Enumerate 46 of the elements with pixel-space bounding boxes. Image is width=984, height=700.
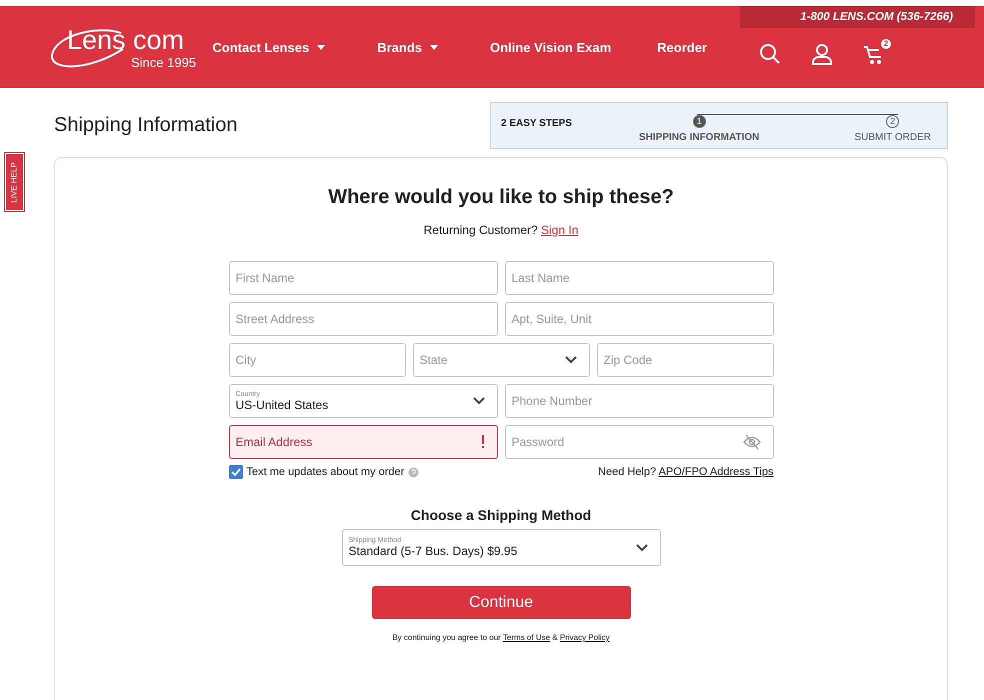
continue-button[interactable]: Continue: [372, 586, 630, 619]
input-field[interactable]: Last Name: [504, 261, 774, 295]
live-help-tab[interactable]: LIVE HELP: [5, 153, 24, 211]
input-field[interactable]: Email Address: [228, 425, 498, 459]
logo-text[interactable]: Lens: [67, 25, 126, 55]
input-field[interactable]: Street Address: [228, 302, 498, 336]
checkbox[interactable]: [228, 465, 242, 479]
input-field[interactable]: City: [228, 343, 406, 377]
section-heading: Choose a Shipping Method: [410, 507, 592, 523]
eye-slash-icon[interactable]: [742, 434, 760, 450]
step-label: SUBMIT ORDER: [854, 132, 931, 143]
input-field[interactable]: Phone Number: [504, 384, 774, 418]
nav-link[interactable]: Contact Lenses: [212, 40, 326, 54]
steps-label: 2 EASY STEPS: [501, 118, 573, 128]
error-icon: [480, 435, 484, 449]
input-field[interactable]: Apt, Suite, Unit: [504, 302, 774, 336]
chevron-down-icon: [636, 544, 648, 552]
search-icon[interactable]: [759, 43, 781, 65]
privacy-link[interactable]: Privacy Policy: [560, 633, 610, 642]
nav-link[interactable]: Brands: [377, 40, 438, 54]
sign-in-link[interactable]: Sign In: [541, 223, 578, 237]
terms-link[interactable]: Terms of Use: [502, 633, 550, 642]
input-field[interactable]: First Name: [228, 261, 498, 295]
logo-tagline: Since 1995: [131, 55, 196, 70]
input-field[interactable]: Password: [504, 425, 774, 459]
address-tips-link[interactable]: APO/FPO Address Tips: [658, 466, 774, 478]
ampersand-text: &: [552, 633, 558, 642]
input-field[interactable]: Zip Code: [596, 343, 774, 377]
logo-text[interactable]: com: [133, 25, 184, 55]
cart-count-badge: 2: [881, 39, 891, 49]
chevron-down-icon: [564, 356, 576, 364]
nav-link[interactable]: Reorder: [657, 40, 707, 54]
returning-customer-text: Returning Customer?: [424, 223, 538, 237]
phone-number[interactable]: 1-800 LENS.COM (536-7266): [740, 6, 975, 28]
step-number: 1: [692, 115, 706, 128]
page-title: Shipping Information: [54, 114, 238, 137]
nav-link[interactable]: Online Vision Exam: [490, 40, 612, 54]
chevron-down-icon: [472, 397, 484, 405]
legal-text: By continuing you agree to our: [392, 633, 501, 642]
checkbox-label: Text me updates about my order: [246, 466, 404, 478]
account-icon[interactable]: [811, 43, 833, 65]
form-heading: Where would you like to ship these?: [328, 186, 674, 209]
step-label: SHIPPING INFORMATION: [639, 132, 760, 143]
step-number: 2: [886, 115, 900, 128]
need-help-text: Need Help?: [598, 466, 656, 478]
select-field[interactable]: State: [412, 343, 590, 377]
